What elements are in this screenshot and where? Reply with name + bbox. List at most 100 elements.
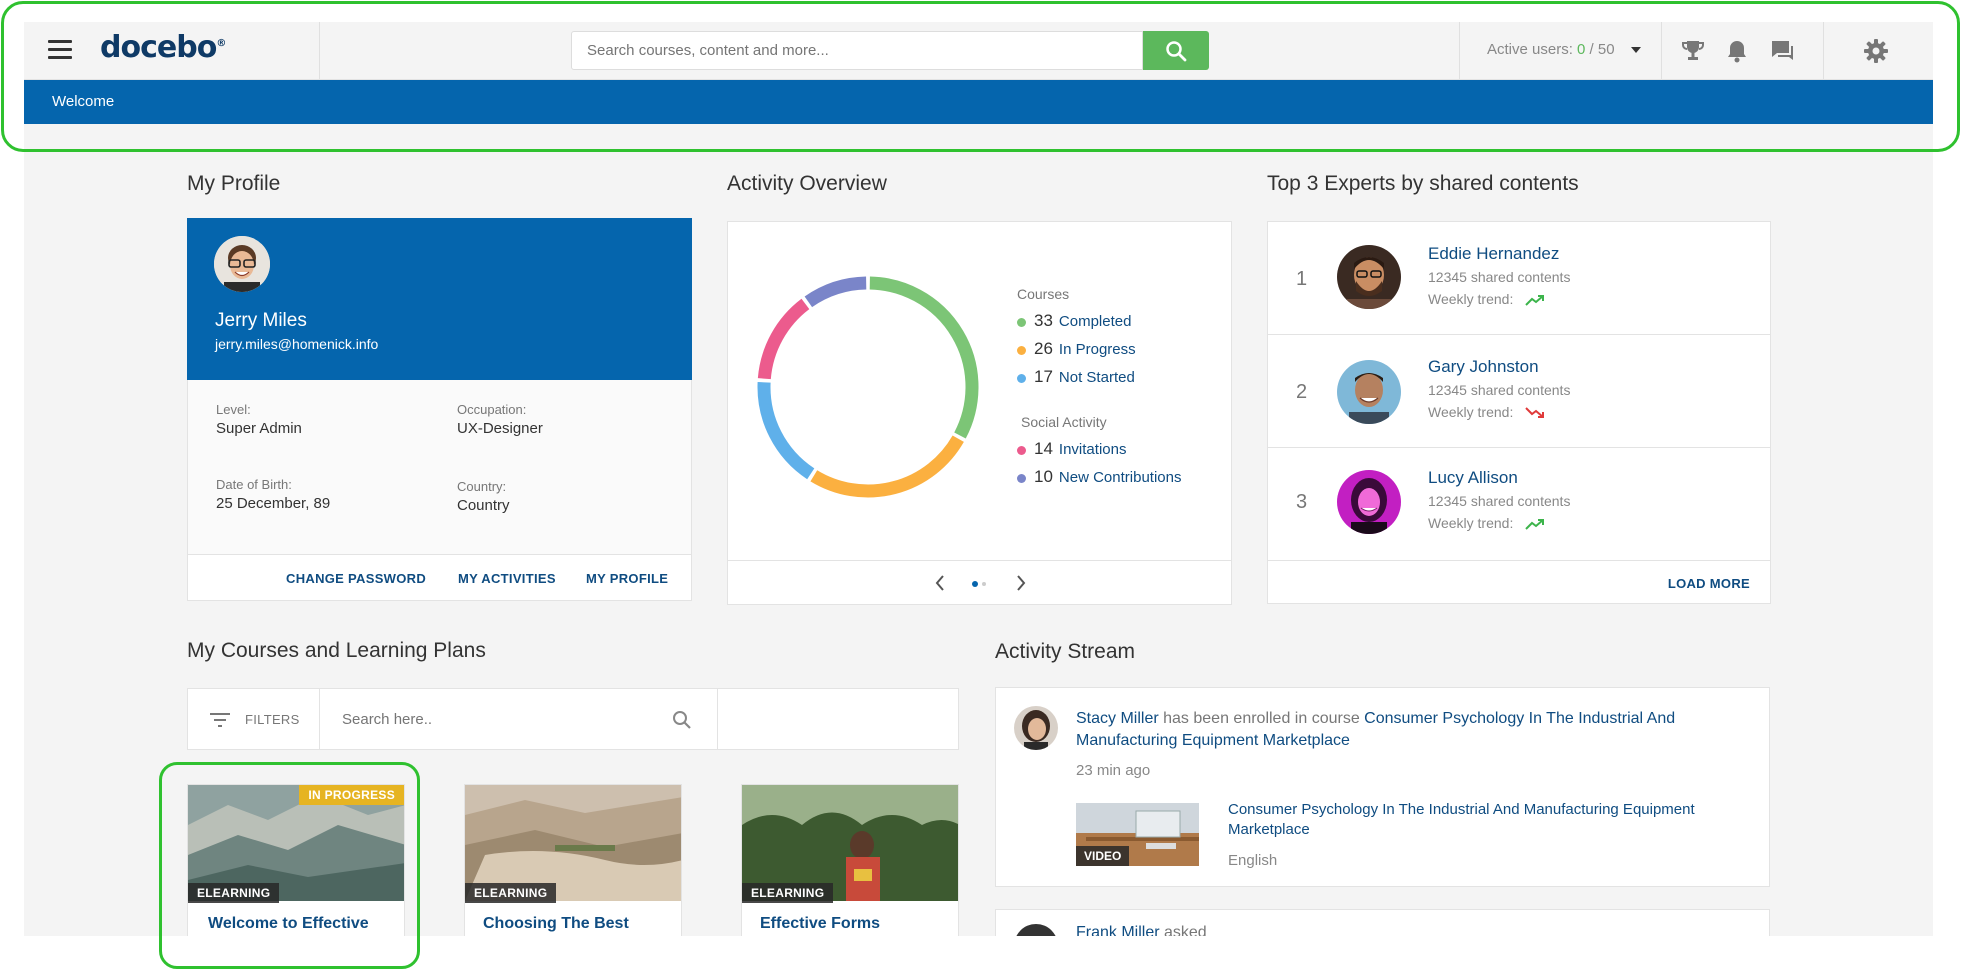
stream-content-link[interactable]: Consumer Psychology In The Industrial An… [1228,801,1695,818]
chevron-left-icon[interactable] [934,574,946,592]
legend-value: 33 [1034,311,1053,330]
filters-button[interactable]: FILTERS [188,689,320,749]
filters-label: FILTERS [245,712,300,727]
in-progress-badge: IN PROGRESS [299,785,404,805]
legend-link-in-progress[interactable]: In Progress [1059,341,1136,358]
active-users-dropdown[interactable]: Active users: 0 / 50 [1487,41,1641,58]
legend-link-not-started[interactable]: Not Started [1059,369,1135,386]
stream-content-lang: English [1228,852,1278,869]
stream-item: Stacy Miller has been enrolled in course… [995,687,1770,887]
profile-name: Jerry Miles [215,310,307,331]
bell-icon[interactable] [1724,38,1750,64]
stream-user-avatar[interactable] [1014,706,1058,750]
my-courses-title: My Courses and Learning Plans [187,639,486,662]
expert-name-link[interactable]: Eddie Hernandez [1428,244,1559,264]
stream-content-link-cont[interactable]: Marketplace [1228,821,1310,838]
stream-content-thumbnail[interactable]: VIDEO [1076,803,1199,866]
legend-dot [1017,473,1026,483]
occupation-label: Occupation: [457,402,527,417]
expert-avatar[interactable] [1337,245,1401,309]
stream-course-link-cont[interactable]: Manufacturing Equipment Marketplace [1076,732,1350,749]
course-title-link[interactable]: Effective Forms [760,915,880,933]
active-users-max: 50 [1597,41,1615,58]
profile-email: jerry.miles@homenick.info [215,336,379,352]
profile-avatar[interactable] [214,236,270,292]
active-users-label: Active users: [1487,41,1573,58]
course-type-label: ELEARNING [742,883,834,903]
divider [717,689,718,749]
top-experts-title: Top 3 Experts by shared contents [1267,172,1579,195]
courses-search-input[interactable] [320,689,600,749]
legend-link-new-contributions[interactable]: New Contributions [1059,469,1182,486]
course-type-label: ELEARNING [188,883,280,903]
chat-icon[interactable] [1769,38,1795,64]
stream-time: 23 min ago [1076,762,1151,779]
carousel-dot-active[interactable] [972,581,978,587]
load-more-button[interactable]: LOAD MORE [1668,576,1750,591]
courses-filter-bar: FILTERS [187,688,959,750]
top-bar: docebo® Active users: 0 / 50 [24,22,1933,80]
caret-down-icon [1630,47,1641,54]
gear-icon[interactable] [1863,38,1889,64]
legend-value: 17 [1034,367,1053,386]
donut-slice-invitations [757,298,810,380]
legend-dot [1017,445,1026,455]
video-type-label: VIDEO [1076,846,1130,866]
social-legend-head: Social Activity [1021,414,1107,430]
country-value: Country [457,497,510,514]
legend-link-completed[interactable]: Completed [1059,313,1132,330]
stream-user-link[interactable]: Frank Miller [1076,924,1160,936]
legend-link-invitations[interactable]: Invitations [1059,441,1127,458]
nav-welcome[interactable]: Welcome [52,93,114,110]
stream-user-link[interactable]: Stacy Miller [1076,710,1159,727]
filter-icon [210,713,230,727]
global-search-input[interactable] [571,31,1143,70]
search-icon[interactable] [672,710,692,730]
my-activities-link[interactable]: MY ACTIVITIES [458,571,556,586]
profile-links: CHANGE PASSWORD MY ACTIVITIES MY PROFILE [187,554,692,601]
menu-icon[interactable] [48,40,72,60]
my-profile-link[interactable]: MY PROFILE [586,571,668,586]
trophy-icon[interactable] [1680,38,1706,64]
divider [1661,22,1662,79]
legend-value: 10 [1034,467,1053,486]
legend-in-progress: 26 In Progress [1017,339,1136,359]
stream-text: Frank Miller asked [1076,924,1207,936]
stream-action: has been enrolled in course [1158,710,1365,727]
legend-value: 14 [1034,439,1053,458]
chevron-right-icon[interactable] [1015,574,1027,592]
expert-rank: 1 [1296,268,1308,290]
stream-user-avatar[interactable] [1014,924,1058,936]
donut-slice-in-progress [810,435,964,498]
legend-completed: 33 Completed [1017,311,1131,331]
expert-avatar[interactable] [1337,360,1401,424]
trend-label: Weekly trend: [1428,515,1514,531]
expert-rank: 2 [1296,381,1308,403]
expert-name-link[interactable]: Gary Johnston [1428,357,1539,377]
search-button[interactable] [1143,31,1209,70]
dob-label: Date of Birth: [216,477,292,492]
legend-new-contributions: 10 New Contributions [1017,467,1181,487]
legend-not-started: 17 Not Started [1017,367,1135,387]
course-type-label: ELEARNING [465,883,557,903]
app-frame: docebo® Active users: 0 / 50 Welcome My … [24,22,1933,936]
expert-rank: 3 [1296,491,1308,513]
course-title-link[interactable]: Welcome to Effective [208,915,369,933]
change-password-link[interactable]: CHANGE PASSWORD [286,571,426,586]
active-users-sep: / [1585,41,1598,58]
course-card[interactable]: IN PROGRESS ELEARNING Welcome to Effecti… [187,784,405,936]
legend-dot [1017,373,1026,383]
level-label: Level: [216,402,251,417]
expert-row: 3 Lucy Allison 12345 shared contents Wee… [1267,447,1771,561]
stream-course-link[interactable]: Consumer Psychology In The Industrial An… [1364,710,1675,727]
carousel-dot[interactable] [982,582,986,586]
legend-invitations: 14 Invitations [1017,439,1126,459]
course-title-link[interactable]: Choosing The Best [483,915,629,933]
course-card[interactable]: ELEARNING Choosing The Best [464,784,682,936]
course-card[interactable]: ELEARNING Effective Forms [741,784,959,936]
docebo-logo[interactable]: docebo® [100,30,226,65]
legend-dot [1017,345,1026,355]
stream-content-title: Consumer Psychology In The Industrial An… [1228,800,1748,840]
expert-name-link[interactable]: Lucy Allison [1428,468,1518,488]
expert-avatar[interactable] [1337,470,1401,534]
